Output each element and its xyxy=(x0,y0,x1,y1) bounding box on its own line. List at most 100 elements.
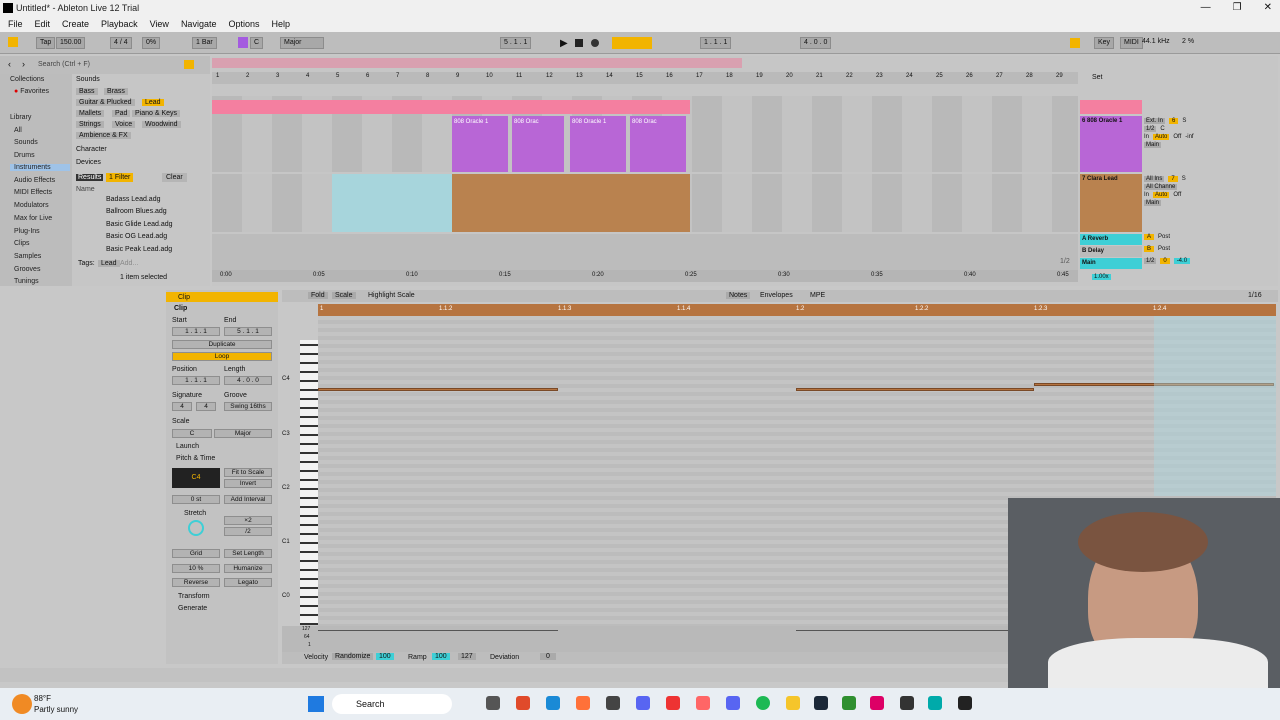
result-item[interactable]: Ballroom Blues.adg xyxy=(106,208,167,215)
devices-filter[interactable]: Devices xyxy=(76,159,101,166)
post-button[interactable]: Post xyxy=(1158,234,1170,240)
scale-mode-select[interactable]: Major xyxy=(214,429,272,438)
highlight-scale-toggle[interactable]: Highlight Scale xyxy=(368,292,415,299)
legato-button[interactable]: Legato xyxy=(224,578,272,587)
discord-icon[interactable] xyxy=(636,696,650,710)
edge-icon[interactable] xyxy=(546,696,560,710)
menu-help[interactable]: Help xyxy=(272,16,291,32)
duplicate-button[interactable]: Duplicate xyxy=(172,340,272,349)
scale-button[interactable]: Scale xyxy=(332,292,356,299)
grid-resolution[interactable]: 1/16 xyxy=(1248,292,1262,299)
track-header-lead[interactable] xyxy=(1080,100,1142,114)
fit-to-scale-button[interactable]: Fit to Scale xyxy=(224,468,272,477)
name-column-header[interactable]: Name xyxy=(76,186,95,193)
sidebar-item-grooves[interactable]: Grooves xyxy=(14,266,40,273)
set-length-button[interactable]: Set Length xyxy=(224,549,272,558)
track-header-delay[interactable]: B Delay xyxy=(1080,246,1142,257)
input-type-select[interactable]: All Ins xyxy=(1144,176,1165,182)
clip-clara-cyan[interactable] xyxy=(332,174,452,232)
record-icon[interactable] xyxy=(591,39,599,47)
randomize-button[interactable]: Randomize xyxy=(332,653,374,660)
length-field[interactable]: 4 . 0 . 0 xyxy=(224,376,272,385)
overview-strip[interactable] xyxy=(212,58,742,68)
spotify-icon[interactable] xyxy=(756,696,770,710)
time-signature[interactable]: 4 / 4 xyxy=(110,37,132,49)
tag-piano-keys[interactable]: Piano & Keys xyxy=(132,110,181,117)
link-icon[interactable] xyxy=(8,37,18,47)
double-button[interactable]: ×2 xyxy=(224,516,272,525)
taskbar-search[interactable]: Search xyxy=(332,694,452,714)
forward-icon[interactable]: › xyxy=(22,59,25,69)
filter-icon[interactable] xyxy=(184,60,194,69)
menu-file[interactable]: File xyxy=(8,16,23,32)
tag-chip-lead[interactable]: Lead xyxy=(98,260,120,267)
tag-strings[interactable]: Strings xyxy=(76,121,104,128)
stop-icon[interactable] xyxy=(575,39,583,47)
steam-icon[interactable] xyxy=(814,696,828,710)
firefox-icon[interactable] xyxy=(576,696,590,710)
key-select[interactable]: C xyxy=(250,37,264,49)
pan-value[interactable]: C xyxy=(1160,126,1164,132)
input-channel-select[interactable]: All Channe xyxy=(1144,184,1178,190)
launch-section[interactable]: Launch xyxy=(176,443,199,450)
tag-bass[interactable]: Bass xyxy=(76,88,98,95)
tag-lead[interactable]: Lead xyxy=(142,99,164,106)
quantize-menu[interactable]: 1 Bar xyxy=(192,37,217,49)
position-field[interactable]: 1 . 1 . 1 xyxy=(172,376,220,385)
app-icon[interactable] xyxy=(666,696,680,710)
menu-create[interactable]: Create xyxy=(62,16,89,32)
automation-arm-icon[interactable] xyxy=(612,37,652,49)
groove-amount[interactable]: 0% xyxy=(142,37,161,49)
bar-ruler[interactable]: 1 2 3 4 5 6 7 8 9 10 11 12 13 14 15 16 17 18 19 20 21 22 23 24 2… xyxy=(212,72,1078,84)
sidebar-item-modulators[interactable]: Modulators xyxy=(14,202,49,209)
clip-808-b[interactable]: 808 Orac xyxy=(512,116,564,172)
tag-mallets[interactable]: Mallets xyxy=(76,110,105,117)
result-item[interactable]: Basic Glide Lead.adg xyxy=(106,221,173,228)
humanize-amount[interactable]: 10 % xyxy=(172,564,220,573)
sidebar-item-instruments[interactable]: Instruments xyxy=(10,164,70,171)
office-icon[interactable] xyxy=(516,696,530,710)
sidebar-item-all[interactable]: All xyxy=(14,127,22,134)
minimize-icon[interactable]: — xyxy=(1201,0,1211,16)
obs-icon[interactable] xyxy=(900,696,914,710)
sidebar-item-favorites[interactable]: ● Favorites xyxy=(14,88,49,95)
grid-select[interactable]: Grid xyxy=(172,549,220,558)
deviation-value[interactable]: 0 xyxy=(540,653,556,660)
invert-button[interactable]: Invert xyxy=(224,479,272,488)
sidebar-item-samples[interactable]: Samples xyxy=(14,253,41,260)
menu-edit[interactable]: Edit xyxy=(35,16,51,32)
main-volume[interactable]: -4.0 xyxy=(1173,258,1191,264)
sidebar-item-sounds[interactable]: Sounds xyxy=(14,139,38,146)
envelopes-tab[interactable]: Envelopes xyxy=(760,292,793,299)
piano-keyboard[interactable] xyxy=(300,340,318,625)
solo-button[interactable]: S xyxy=(1182,176,1186,182)
semitone-field[interactable]: 0 st xyxy=(172,495,220,504)
pitch-time-section[interactable]: Pitch & Time xyxy=(176,455,215,462)
clip-section[interactable]: Clip xyxy=(174,305,187,312)
menu-navigate[interactable]: Navigate xyxy=(181,16,217,32)
stretch-knob[interactable] xyxy=(188,520,204,536)
monitor-off[interactable]: Off xyxy=(1173,192,1181,198)
tag-brass[interactable]: Brass xyxy=(104,88,128,95)
draw-mode-icon[interactable] xyxy=(1070,38,1080,48)
start-field[interactable]: 1 . 1 . 1 xyxy=(172,327,220,336)
sidebar-item-clips[interactable]: Clips xyxy=(14,240,30,247)
folder-icon[interactable] xyxy=(786,696,800,710)
weather-icon[interactable] xyxy=(12,694,32,714)
add-interval-button[interactable]: Add Interval xyxy=(224,495,272,504)
monitor-off[interactable]: Off xyxy=(1173,134,1181,140)
close-icon[interactable]: ✕ xyxy=(1264,0,1272,16)
task-view-icon[interactable] xyxy=(486,696,500,710)
reverse-button[interactable]: Reverse xyxy=(172,578,220,587)
solo-button[interactable]: S xyxy=(1182,118,1186,124)
tag-pad[interactable]: Pad xyxy=(112,110,131,117)
return-letter[interactable]: B xyxy=(1144,246,1155,252)
notes-tab[interactable]: Notes xyxy=(726,292,751,299)
menu-options[interactable]: Options xyxy=(228,16,259,32)
ramp-end[interactable]: 127 xyxy=(458,653,476,660)
scale-mode-icon[interactable] xyxy=(238,37,248,48)
tap-button[interactable]: Tap xyxy=(36,37,56,49)
input-type-select[interactable]: Ext. In xyxy=(1144,118,1166,124)
transpose-display[interactable]: C4 xyxy=(172,468,220,488)
midi-map-button[interactable]: MIDI xyxy=(1120,37,1143,49)
